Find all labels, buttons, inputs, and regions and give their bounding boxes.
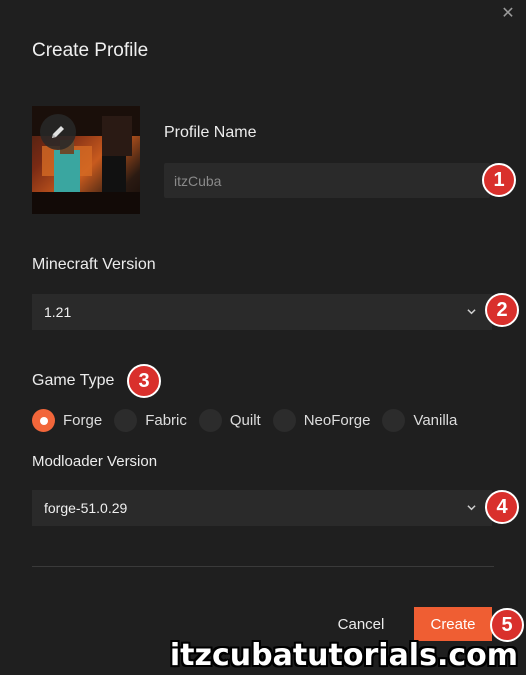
radio-label: Vanilla [413, 412, 458, 429]
cancel-button[interactable]: Cancel [330, 607, 392, 641]
modloader-version-value: forge-51.0.29 [44, 500, 128, 516]
step-marker-2: 2 [485, 293, 519, 327]
create-profile-dialog: ✕ Create Profile Profile Name itzCuba 1 … [0, 0, 526, 675]
radio-label: Fabric [145, 412, 187, 429]
watermark-text: itzcubatutorials.com [169, 638, 518, 673]
modloader-version-label: Modloader Version [32, 453, 158, 470]
close-icon[interactable]: ✕ [500, 6, 516, 22]
radio-neoforge[interactable]: NeoForge [272, 409, 371, 432]
radio-label: Quilt [229, 412, 261, 429]
divider [32, 566, 494, 567]
avatar-art [102, 156, 126, 196]
dialog-title: Create Profile [32, 40, 149, 61]
profile-name-placeholder: itzCuba [174, 172, 222, 189]
avatar-art [102, 116, 132, 156]
minecraft-version-select[interactable]: 1.21 [32, 294, 492, 330]
radio-dot [272, 409, 296, 432]
step-marker-4: 4 [485, 490, 519, 524]
radio-quilt[interactable]: Quilt [198, 409, 261, 432]
profile-name-input[interactable]: itzCuba [164, 163, 490, 198]
avatar-art [32, 192, 140, 214]
radio-dot [32, 409, 55, 432]
create-button[interactable]: Create [414, 607, 492, 641]
step-marker-5: 5 [490, 608, 524, 642]
radio-vanilla[interactable]: Vanilla [382, 409, 457, 432]
minecraft-version-value: 1.21 [44, 304, 72, 320]
profile-icon-picker[interactable] [32, 106, 140, 214]
radio-fabric[interactable]: Fabric [114, 409, 187, 432]
step-marker-1: 1 [482, 163, 516, 197]
chevron-down-icon [467, 505, 476, 511]
radio-dot [382, 409, 406, 432]
step-marker-3: 3 [127, 364, 161, 398]
chevron-down-icon [467, 309, 476, 315]
radio-label: NeoForge [303, 412, 371, 429]
minecraft-version-label: Minecraft Version [32, 256, 156, 273]
modloader-version-select[interactable]: forge-51.0.29 [32, 490, 492, 526]
game-type-label: Game Type [32, 372, 115, 389]
game-type-radio-group: Forge Fabric Quilt NeoForge Vanilla [32, 409, 469, 432]
profile-name-label: Profile Name [164, 124, 257, 141]
radio-dot [198, 409, 222, 432]
pencil-icon[interactable] [40, 114, 76, 150]
avatar-art [54, 150, 80, 194]
radio-dot [114, 409, 138, 432]
radio-label: Forge [63, 412, 103, 429]
radio-forge[interactable]: Forge [32, 409, 102, 432]
